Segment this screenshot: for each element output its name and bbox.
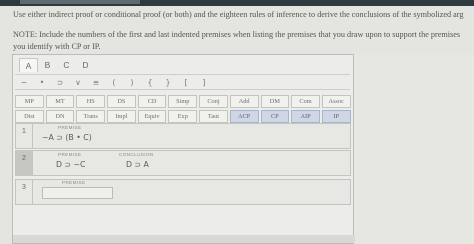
symbol-tilde-button[interactable]: ~ <box>15 78 33 87</box>
tab-c[interactable]: C <box>57 58 76 72</box>
premise-formula-2: D ⊃ ~C <box>56 160 86 169</box>
symbol-lbrace-button[interactable]: { <box>141 78 159 87</box>
rule-cd-button[interactable]: CD <box>137 95 167 108</box>
conclusion-tag: CONCLUSION <box>119 152 154 157</box>
proof-line-3[interactable]: 3 PREMISE <box>15 179 351 205</box>
tab-a[interactable]: A <box>19 58 38 72</box>
symbol-triple-bar-button[interactable]: ≡ <box>87 78 105 87</box>
proof-line-2[interactable]: 2 PREMISE D ⊃ ~C CONCLUSION D ⊃ A <box>15 150 351 176</box>
rule-add-button[interactable]: Add <box>229 95 259 108</box>
rule-com-button[interactable]: Com <box>291 95 320 108</box>
rules-grid: MP MT HS DS CD Simp Conj Add DM Com Asso… <box>15 95 353 123</box>
tab-d[interactable]: D <box>76 58 95 72</box>
right-area <box>354 54 474 244</box>
rule-exp-button[interactable]: Exp <box>168 110 198 123</box>
premise-tag-3: PREMISE <box>62 180 86 185</box>
symbol-dot-button[interactable]: • <box>33 78 51 87</box>
rule-ip-button[interactable]: IP <box>321 110 351 123</box>
top-bar-strip <box>20 0 140 4</box>
rule-assoc-button[interactable]: Assoc <box>321 95 351 108</box>
premise-formula-1: ~A ⊃ (B • C) <box>42 133 92 142</box>
symbol-lbracket-button[interactable]: [ <box>177 78 195 87</box>
rule-mp-button[interactable]: MP <box>15 95 44 108</box>
instructions-text: Use either indirect proof or conditional… <box>13 10 464 19</box>
symbol-horseshoe-button[interactable]: ⊃ <box>51 78 69 87</box>
line-number-2: 2 <box>16 151 33 175</box>
rule-trans-button[interactable]: Trans <box>76 110 106 123</box>
symbol-toolbar: ~ • ⊃ ∨ ≡ ( ) { } [ ] <box>15 74 350 90</box>
rule-dm-button[interactable]: DM <box>260 95 290 108</box>
rule-ds-button[interactable]: DS <box>107 95 136 108</box>
rule-conj-button[interactable]: Conj <box>199 95 228 108</box>
premise-tag-1: PREMISE <box>58 125 82 130</box>
rule-hs-button[interactable]: HS <box>76 95 106 108</box>
note-line-2: you identify with CP or IP. <box>13 41 101 51</box>
horizontal-scrollbar[interactable] <box>13 235 355 243</box>
rule-dist-button[interactable]: Dist <box>15 110 44 123</box>
symbol-rbrace-button[interactable]: } <box>159 78 177 87</box>
top-bar <box>0 0 474 6</box>
symbol-rbracket-button[interactable]: ] <box>195 78 213 87</box>
proof-panel: A B C D ~ • ⊃ ∨ ≡ ( ) { } [ ] MP MT HS D… <box>12 54 355 244</box>
symbol-lparen-button[interactable]: ( <box>105 78 123 87</box>
symbol-wedge-button[interactable]: ∨ <box>69 78 87 87</box>
symbol-rparen-button[interactable]: ) <box>123 78 141 87</box>
premise-input-3[interactable] <box>42 187 113 199</box>
line-number-1: 1 <box>16 124 33 148</box>
rule-mt-button[interactable]: MT <box>45 95 75 108</box>
note-text: NOTE: Include the numbers of the first a… <box>13 29 460 52</box>
rule-equiv-button[interactable]: Equiv <box>137 110 167 123</box>
rule-taut-button[interactable]: Taut <box>199 110 228 123</box>
rule-cp-button[interactable]: CP <box>260 110 290 123</box>
premise-tag-2: PREMISE <box>58 152 82 157</box>
conclusion-formula: D ⊃ A <box>126 160 149 169</box>
line-number-3: 3 <box>16 180 33 204</box>
tab-bar: A B C D <box>19 58 95 72</box>
note-line-1: NOTE: Include the numbers of the first a… <box>13 30 461 39</box>
rule-dn-button[interactable]: DN <box>45 110 75 123</box>
proof-line-1[interactable]: 1 PREMISE ~A ⊃ (B • C) <box>15 123 351 149</box>
rule-simp-button[interactable]: Simp <box>168 95 198 108</box>
rule-acp-button[interactable]: ACP <box>229 110 259 123</box>
rule-impl-button[interactable]: Impl <box>107 110 136 123</box>
tab-b[interactable]: B <box>38 58 57 72</box>
rule-aip-button[interactable]: AIP <box>291 110 320 123</box>
